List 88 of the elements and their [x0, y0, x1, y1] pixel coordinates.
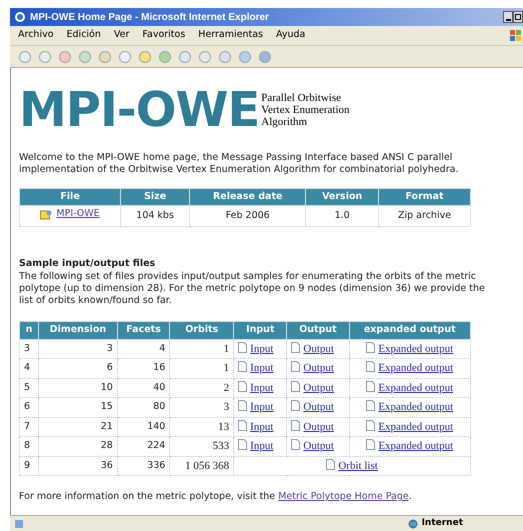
- table-cell: 36: [38, 456, 118, 476]
- file-link[interactable]: Orbit list: [338, 460, 378, 472]
- column-header: Output: [286, 322, 350, 340]
- column-header: Format: [378, 188, 470, 206]
- column-header: Version: [306, 188, 379, 206]
- table-cell: 13: [170, 417, 234, 437]
- menu-item[interactable]: Archivo: [18, 28, 54, 43]
- document-icon: [291, 400, 300, 412]
- table-cell: 40: [117, 378, 170, 398]
- intro-text: Welcome to the MPI-OWE home page, the Message Passing Interface based ANSI C parallel implementation of the Orbitwise Vertex Enumeration Algorithm for combinatorial polyhedra.: [19, 152, 460, 176]
- table-cell: 104 kbs: [120, 206, 190, 227]
- globe-icon: [408, 518, 418, 528]
- document-icon: [366, 361, 376, 372]
- document-icon: [291, 342, 300, 353]
- table-cell: 3: [20, 339, 38, 359]
- document-icon: [291, 420, 300, 431]
- table-cell: 15: [38, 398, 118, 418]
- table-cell: 3: [170, 398, 234, 418]
- package-icon: [40, 208, 52, 220]
- column-header: Input: [234, 322, 287, 340]
- document-icon: [366, 439, 376, 450]
- document-icon: [366, 342, 376, 353]
- column-header: Release date: [190, 188, 306, 206]
- table-cell: 4: [20, 358, 38, 378]
- window-title: MPI-OWE Home Page - Microsoft Internet Explorer: [30, 10, 269, 24]
- logo-tagline: Algorithm: [261, 116, 308, 128]
- table-cell: 80: [117, 398, 170, 418]
- menu-item[interactable]: Favoritos: [142, 28, 186, 43]
- table-cell: 6: [20, 398, 38, 418]
- table-cell: 224: [117, 436, 170, 456]
- document-icon: [238, 361, 248, 372]
- zone-label: Internet: [422, 516, 463, 530]
- column-header: Dimension: [38, 322, 118, 340]
- document-icon: [291, 439, 300, 450]
- column-header: File: [20, 188, 121, 206]
- document-icon: [366, 420, 376, 431]
- document-icon: [366, 400, 376, 412]
- table-cell: 2: [170, 378, 234, 398]
- table-cell: 336: [117, 456, 170, 476]
- table-cell: 4: [117, 339, 170, 359]
- document-icon: [238, 400, 248, 412]
- samples-text: The following set of files provides input/output samples for enumerating the orbits of the metric polytope (up to dimension 28). For the metric polytope on 9 nodes (dimension 36) we provide the list of orbits known/found so far.: [19, 271, 486, 308]
- column-header: Facets: [117, 322, 170, 340]
- column-header: Orbits: [170, 322, 234, 340]
- logo-tagline: Parallel Orbitwise: [261, 92, 342, 104]
- table-cell: 1: [170, 339, 234, 359]
- document-icon: [238, 420, 248, 431]
- section-heading: Sample input/output files: [19, 257, 156, 272]
- table-cell: 16: [117, 358, 170, 378]
- table-cell: 8: [20, 436, 38, 456]
- table-cell: 1 056 368: [170, 456, 234, 476]
- document-icon: [291, 380, 300, 392]
- table-cell: 28: [38, 436, 118, 456]
- table-cell: 140: [117, 417, 170, 437]
- table-cell: 7: [20, 417, 38, 437]
- column-header: Size: [120, 188, 190, 206]
- table-cell: 1.0: [306, 206, 379, 227]
- menu-item[interactable]: Ayuda: [276, 28, 306, 43]
- column-header: n: [20, 322, 38, 340]
- document-icon: [238, 342, 248, 353]
- logo: MPI-OWE: [19, 86, 260, 134]
- table-cell: 21: [38, 417, 118, 437]
- home-page-link[interactable]: Metric Polytope Home Page: [278, 491, 409, 502]
- page-icon: [14, 518, 24, 528]
- table-cell: Feb 2006: [190, 206, 306, 227]
- table-cell: 3: [38, 339, 118, 359]
- menu-item[interactable]: Edición: [66, 28, 101, 43]
- footer-text: For more information on the metric polytope, visit the Metric Polytope Home Page.: [19, 490, 413, 504]
- menu-item[interactable]: Ver: [114, 28, 130, 43]
- table-cell: 1: [170, 358, 234, 378]
- document-icon: [238, 439, 248, 450]
- browser-icon: [14, 11, 26, 23]
- document-icon: [366, 380, 376, 392]
- menu-item[interactable]: Herramientas: [198, 28, 264, 43]
- table-cell: 5: [20, 378, 38, 398]
- table-cell: 10: [38, 378, 118, 398]
- document-icon: [238, 380, 248, 392]
- table-cell: 9: [20, 456, 38, 476]
- column-header: expanded output: [349, 322, 470, 340]
- logo-tagline: Vertex Enumeration: [261, 104, 350, 116]
- maximize-icon[interactable]: [513, 11, 523, 23]
- table-cell: Zip archive: [378, 206, 470, 227]
- minimize-icon[interactable]: [503, 11, 513, 23]
- table-cell: 533: [170, 436, 234, 456]
- windows-logo-icon: [509, 28, 523, 42]
- document-icon: [326, 458, 336, 470]
- document-icon: [291, 361, 300, 372]
- table-cell: 6: [38, 358, 118, 378]
